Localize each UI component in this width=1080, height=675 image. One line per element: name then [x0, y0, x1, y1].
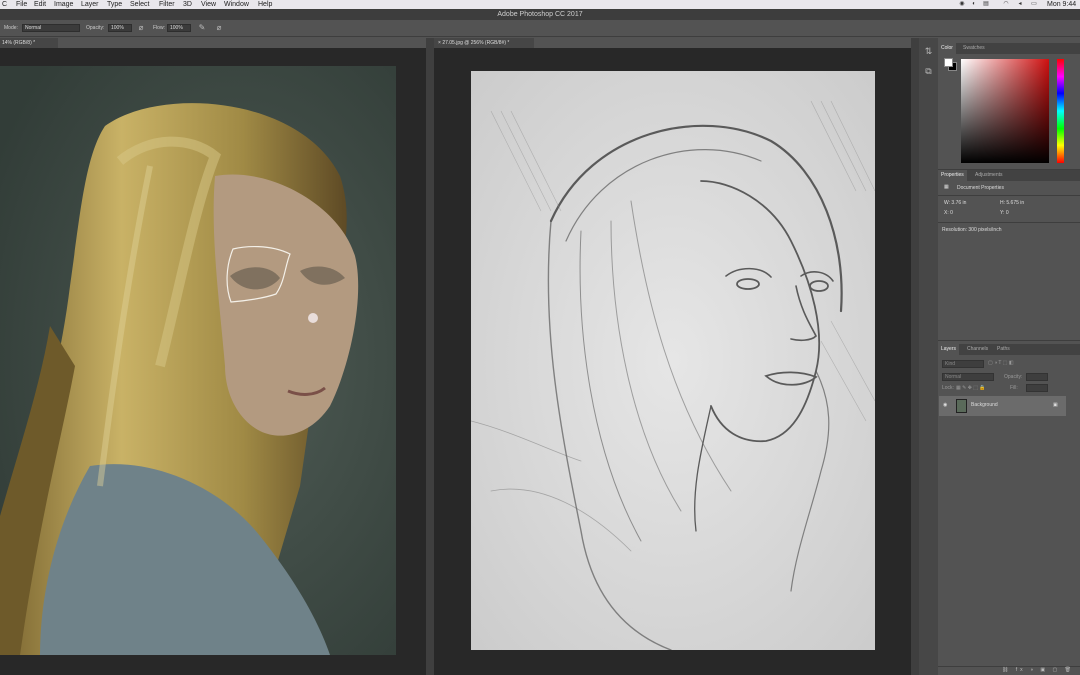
layer-thumbnail — [956, 399, 967, 413]
document-properties-heading: Document Properties — [957, 185, 1004, 191]
right-panels: Color Swatches Properties Adjustments ▦ … — [938, 38, 1080, 675]
opacity-field[interactable]: 100% — [108, 24, 132, 32]
app-menu[interactable]: C — [2, 0, 7, 9]
document-tab-1[interactable]: 14% (RGB/8) * — [0, 38, 58, 48]
history-icon[interactable]: ⇅ — [923, 46, 934, 57]
panel-dock-strip: ⇅ ⧉ — [919, 38, 938, 675]
pressure-size-icon[interactable]: ⌀ — [214, 23, 224, 33]
properties-icon[interactable]: ⧉ — [923, 66, 934, 77]
width-value[interactable]: W: 3.76 in — [944, 200, 966, 207]
battery-icon[interactable]: ▭ — [1030, 1, 1038, 8]
tab-channels[interactable]: Channels — [964, 344, 991, 355]
pencil-sketch-canvas[interactable] — [471, 71, 875, 650]
tab-swatches[interactable]: Swatches — [960, 43, 988, 54]
layer-opacity-label: Opacity: — [1004, 374, 1023, 380]
volume-icon[interactable]: ◂ — [1016, 1, 1024, 8]
color-picker-field[interactable] — [961, 59, 1049, 163]
properties-panel-tabs: Properties Adjustments — [938, 170, 1080, 181]
opacity-label: Opacity: — [86, 25, 105, 31]
mode-select[interactable]: Normal — [22, 24, 80, 32]
menu-select[interactable]: Select — [130, 0, 149, 9]
status-icon[interactable]: ▤ — [982, 1, 990, 8]
pressure-opacity-icon[interactable]: ⌀ — [136, 23, 146, 33]
menu-edit[interactable]: Edit — [34, 0, 46, 9]
tab-adjustments[interactable]: Adjustments — [972, 170, 1006, 181]
visibility-eye-icon[interactable]: ◉ — [943, 402, 947, 409]
x-value[interactable]: X: 0 — [944, 210, 953, 217]
document-icon: ▦ — [944, 184, 949, 190]
tab-paths[interactable]: Paths — [994, 344, 1013, 355]
menu-view[interactable]: View — [201, 0, 216, 9]
layer-kind-filter[interactable]: Kind — [942, 360, 984, 368]
airbrush-icon[interactable]: ✎ — [197, 23, 207, 33]
document-tab-2-label: 27.05.jpg @ 256% (RGB/8#) * — [442, 40, 510, 46]
layers-panel-tabs: Layers Channels Paths — [938, 344, 1080, 355]
document-tab-2[interactable]: × 27.05.jpg @ 256% (RGB/8#) * — [434, 38, 534, 48]
menu-file[interactable]: File — [16, 0, 27, 9]
flow-label: Flow: — [153, 25, 165, 31]
hue-slider[interactable] — [1057, 59, 1064, 163]
menu-3d[interactable]: 3D — [183, 0, 192, 9]
panel-divider[interactable] — [911, 38, 919, 675]
tab-properties[interactable]: Properties — [938, 170, 967, 181]
fill-label: Fill: — [1010, 385, 1018, 391]
flow-field[interactable]: 100% — [167, 24, 191, 32]
layer-name[interactable]: Background — [971, 402, 998, 409]
status-icon[interactable]: ◐ — [970, 1, 978, 8]
lock-label: Lock: — [942, 385, 954, 391]
menu-layer[interactable]: Layer — [81, 0, 99, 9]
mac-menubar: C File Edit Image Layer Type Select Filt… — [0, 0, 1080, 9]
menu-image[interactable]: Image — [54, 0, 73, 9]
foreground-color-swatch[interactable] — [944, 58, 953, 67]
tab-layers[interactable]: Layers — [938, 344, 960, 355]
layer-opacity-field[interactable] — [1026, 373, 1048, 381]
layer-lock-icon: ▣ — [1053, 402, 1058, 408]
resolution-value: Resolution: 300 pixels/inch — [942, 227, 1002, 233]
mode-label: Mode: — [4, 25, 18, 31]
options-bar: Mode: Normal Opacity: 100% ⌀ Flow: 100% … — [0, 20, 1080, 37]
tab-color[interactable]: Color — [938, 43, 956, 54]
filter-icons[interactable]: ▢ ◑ T ⬚ ◧ — [988, 360, 1014, 367]
pane-divider[interactable] — [426, 38, 434, 675]
lock-icons[interactable]: ▦ ✎ ✥ ⬚ 🔒 — [956, 385, 986, 392]
blend-mode-select[interactable]: Normal — [942, 373, 994, 381]
color-panel-tabs: Color Swatches — [938, 43, 1080, 54]
menu-window[interactable]: Window — [224, 0, 249, 9]
reference-photo[interactable] — [0, 66, 396, 655]
y-value[interactable]: Y: 0 — [1000, 210, 1009, 217]
wifi-icon[interactable]: ◠ — [1002, 1, 1010, 8]
height-value[interactable]: H: 5.675 in — [1000, 200, 1024, 207]
window-title: Adobe Photoshop CC 2017 — [0, 9, 1080, 20]
fill-field[interactable] — [1026, 384, 1048, 392]
layer-row-background[interactable]: ◉ Background ▣ — [939, 396, 1066, 416]
status-icon[interactable]: ◉ — [958, 1, 966, 8]
menu-filter[interactable]: Filter — [159, 0, 175, 9]
close-tab-icon[interactable]: × — [438, 40, 441, 46]
menubar-clock[interactable]: Mon 9:44 — [1047, 0, 1076, 9]
layer-footer-icons[interactable]: ⛓ fx ◑ ▣ ▢ 🗑 — [1002, 667, 1074, 674]
menu-help[interactable]: Help — [258, 0, 272, 9]
menu-type[interactable]: Type — [107, 0, 122, 9]
